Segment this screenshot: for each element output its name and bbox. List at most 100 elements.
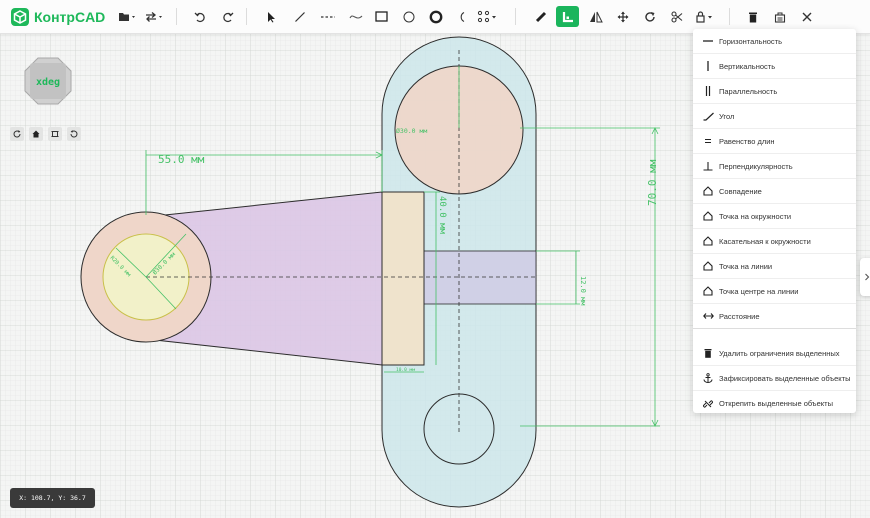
close-button[interactable] bbox=[795, 6, 818, 27]
constraint-vertical[interactable]: Вертикальность bbox=[693, 54, 856, 79]
block-shape[interactable] bbox=[381, 191, 425, 366]
ring-tool-button[interactable] bbox=[424, 6, 447, 27]
unlink-icon bbox=[701, 399, 715, 409]
redo-button[interactable] bbox=[216, 6, 239, 27]
arc-tool-button[interactable] bbox=[449, 6, 472, 27]
fit-frame-icon bbox=[51, 131, 59, 137]
dashed-line-icon bbox=[320, 15, 335, 18]
undo-icon bbox=[194, 12, 205, 22]
cube-logo-icon bbox=[11, 7, 29, 26]
cursor-icon bbox=[267, 11, 275, 22]
trim-tool-button[interactable] bbox=[665, 6, 688, 27]
measure-tool-button[interactable] bbox=[529, 6, 552, 27]
app-logo[interactable]: КонтрCAD bbox=[10, 6, 105, 27]
constraint-perpendicular[interactable]: Перпендикулярность bbox=[693, 154, 856, 179]
toolbar-separator bbox=[515, 8, 516, 25]
tangent-icon bbox=[701, 236, 715, 246]
midpoint-icon bbox=[701, 286, 715, 296]
delete-button[interactable] bbox=[741, 6, 764, 27]
arc-icon bbox=[460, 11, 464, 22]
app-title: КонтрCAD bbox=[34, 8, 106, 25]
constraint-tangent[interactable]: Касательная к окружности bbox=[693, 229, 856, 254]
perpendicular-icon bbox=[701, 161, 715, 171]
folder-icon bbox=[118, 12, 135, 21]
lock-menu-button[interactable] bbox=[691, 6, 718, 27]
circle-icon bbox=[403, 11, 414, 22]
toolbar-separator bbox=[729, 8, 730, 25]
constraint-label: Расстояние bbox=[719, 311, 760, 321]
rotate-icon bbox=[644, 11, 655, 22]
constraint-label: Точка центре на линии bbox=[719, 286, 799, 296]
coordinates-readout: X: 108.7, Y: 36.7 bbox=[10, 488, 95, 508]
trash-icon bbox=[701, 348, 715, 358]
toolbar-separator bbox=[176, 8, 177, 25]
action-unfix-objects[interactable]: Открепить выделенные объекты bbox=[693, 391, 856, 416]
line-tool-button[interactable] bbox=[288, 6, 311, 27]
constraint-label: Совпадение bbox=[719, 186, 762, 196]
constraint-angle[interactable]: Угол bbox=[693, 104, 856, 129]
vertical-icon bbox=[701, 61, 715, 71]
view-controls bbox=[10, 127, 81, 143]
horizontal-bar-shape[interactable] bbox=[423, 250, 537, 305]
transfer-menu-button[interactable] bbox=[141, 6, 168, 27]
action-remove-constraints[interactable]: Удалить ограничения выделенных bbox=[693, 341, 856, 366]
constraint-horizontal[interactable]: Горизонтальность bbox=[693, 29, 856, 54]
spline-tool-button[interactable] bbox=[344, 6, 367, 27]
select-tool-button[interactable] bbox=[259, 6, 282, 27]
constraint-equal[interactable]: Равенство длин bbox=[693, 129, 856, 154]
chevron-right-icon bbox=[865, 273, 870, 281]
constraint-midpoint[interactable]: Точка центре на линии bbox=[693, 279, 856, 304]
constraints-panel: Горизонтальность Вертикальность Параллел… bbox=[693, 29, 856, 413]
constraint-parallel[interactable]: Параллельность bbox=[693, 79, 856, 104]
constraint-point-on-line[interactable]: Точка на линии bbox=[693, 254, 856, 279]
construction-line-tool-button[interactable] bbox=[316, 6, 339, 27]
constraint-label: Угол bbox=[719, 111, 735, 121]
rotate-tool-button[interactable] bbox=[638, 6, 661, 27]
view-cube[interactable]: xdeg bbox=[24, 57, 72, 105]
move-tool-button[interactable] bbox=[611, 6, 634, 27]
points-menu-button[interactable] bbox=[474, 6, 501, 27]
redo-icon bbox=[222, 12, 233, 22]
point-on-circle-icon bbox=[701, 211, 715, 221]
point-on-line-icon bbox=[701, 261, 715, 271]
spline-icon bbox=[349, 14, 362, 19]
view-cube-label: xdeg bbox=[36, 77, 60, 88]
points-icon bbox=[477, 10, 496, 22]
swap-icon bbox=[145, 11, 162, 22]
scissors-icon bbox=[670, 10, 682, 23]
stamp-button[interactable] bbox=[768, 6, 791, 27]
circle-tool-button[interactable] bbox=[397, 6, 420, 27]
parallel-icon bbox=[701, 86, 715, 96]
line-icon bbox=[294, 11, 305, 22]
home-icon bbox=[32, 130, 40, 138]
equal-icon bbox=[701, 137, 715, 145]
coordinates-text: X: 108.7, Y: 36.7 bbox=[19, 494, 86, 502]
undo-button[interactable] bbox=[188, 6, 211, 27]
rotate-view-button[interactable] bbox=[10, 127, 24, 141]
trash-icon bbox=[748, 12, 757, 22]
dimension-label-vertical-height: 70.0 мм bbox=[646, 159, 659, 206]
home-view-button[interactable] bbox=[29, 127, 43, 141]
constraint-tool-button[interactable] bbox=[556, 6, 579, 27]
constraint-icon bbox=[562, 11, 573, 22]
coincident-icon bbox=[701, 186, 715, 196]
action-fix-objects[interactable]: Зафиксировать выделенные объекты bbox=[693, 366, 856, 391]
mirror-icon bbox=[589, 11, 603, 22]
mirror-tool-button[interactable] bbox=[584, 6, 607, 27]
dimension-label-block-width: 10.0 мм bbox=[396, 367, 415, 373]
constraint-distance[interactable]: Расстояние bbox=[693, 304, 856, 329]
reset-view-button[interactable] bbox=[67, 127, 81, 141]
constraint-label: Горизонтальность bbox=[719, 36, 782, 46]
toolbar-separator bbox=[246, 8, 247, 25]
file-menu-button[interactable] bbox=[114, 6, 141, 27]
distance-icon bbox=[701, 312, 715, 320]
side-panel-toggle[interactable] bbox=[860, 258, 870, 296]
constraint-coincident[interactable]: Совпадение bbox=[693, 179, 856, 204]
rectangle-tool-button[interactable] bbox=[370, 6, 393, 27]
rotate-icon bbox=[13, 130, 21, 138]
dimension-label-bar-height: 12.0 мм bbox=[579, 276, 587, 306]
fit-view-button[interactable] bbox=[48, 127, 62, 141]
anchor-icon bbox=[701, 373, 715, 383]
constraint-point-on-circle[interactable]: Точка на окружности bbox=[693, 204, 856, 229]
lock-icon bbox=[695, 10, 712, 23]
